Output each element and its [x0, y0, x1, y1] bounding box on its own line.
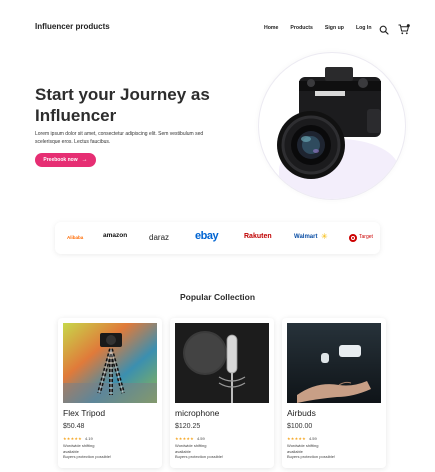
product-card-tripod[interactable]: Flex Tripod $50.48 ★★★★★ 4.19 Wordwide s…	[58, 318, 162, 468]
arrow-right-icon: →	[81, 157, 88, 163]
prebook-button[interactable]: Preebook now →	[35, 153, 96, 167]
product-price: $50.48	[63, 423, 85, 430]
star-rating-icon: ★★★★★	[63, 436, 82, 441]
brand-logo-text[interactable]: Influencer products	[35, 22, 110, 31]
rating-value: 4.19	[84, 436, 93, 441]
product-image-tripod	[63, 323, 157, 403]
rating-value: 4.59	[196, 436, 205, 441]
nav-signup-link[interactable]: Sign up	[325, 25, 344, 31]
partner-brands-strip: Alibaba amazon daraz ebay Rakuten Walmar…	[55, 222, 380, 254]
star-rating-icon: ★★★★★	[175, 436, 194, 441]
product-name: microphone	[175, 408, 220, 418]
hero-description: Lorem ipsum dolor sit amet, consectetur …	[35, 131, 204, 145]
brand-ebay: ebay	[195, 230, 219, 242]
prebook-button-label: Preebook now	[43, 157, 78, 163]
target-logo-icon	[349, 234, 357, 242]
product-rating: ★★★★★ 4.59	[287, 436, 317, 441]
protection-info: Buyers protection possible!	[63, 454, 112, 459]
nav-links: Home Products Sign up Log In	[264, 25, 372, 31]
product-name: Flex Tripod	[63, 408, 106, 418]
search-icon[interactable]	[379, 25, 389, 35]
product-rating: ★★★★★ 4.19	[63, 436, 93, 441]
nav-login-link[interactable]: Log In	[356, 25, 372, 31]
product-rating: ★★★★★ 4.59	[175, 436, 205, 441]
product-image-airbuds	[287, 323, 381, 403]
star-rating-icon: ★★★★★	[287, 436, 306, 441]
product-image-microphone	[175, 323, 269, 403]
product-meta: Wordwide shifting available Buyers prote…	[287, 443, 335, 460]
camera-image	[277, 67, 381, 179]
brand-amazon: amazon	[103, 232, 128, 239]
cart-icon[interactable]	[398, 24, 410, 35]
hero-product-image	[258, 52, 406, 200]
brand-daraz: daraz	[149, 233, 170, 242]
hero-title: Start your Journey as Influencer	[35, 85, 210, 125]
section-title: Popular Collection	[179, 292, 256, 302]
brand-alibaba: Alibaba	[67, 235, 84, 240]
product-meta: Wordwide shifting available Buyers prote…	[63, 443, 111, 460]
product-price: $120.25	[175, 423, 201, 430]
brand-target: Target	[359, 234, 373, 240]
rating-value: 4.59	[308, 436, 317, 441]
product-name: Airbuds	[287, 408, 316, 418]
nav-products-link[interactable]: Products	[290, 25, 312, 31]
protection-info: Buyers protection possible!	[287, 454, 336, 459]
brand-rakuten: Rakuten	[244, 233, 272, 240]
brand-walmart: Walmart	[294, 234, 318, 240]
product-price: $100.00	[287, 423, 313, 430]
walmart-spark-icon: ✳	[321, 232, 328, 241]
product-meta: Wordwide shifting available Buyers prote…	[175, 443, 223, 460]
product-card-microphone[interactable]: microphone $120.25 ★★★★★ 4.59 Wordwide s…	[170, 318, 274, 468]
product-card-airbuds[interactable]: Airbuds $100.00 ★★★★★ 4.59 Wordwide shif…	[282, 318, 386, 468]
top-navbar: Influencer products Home Products Sign u…	[0, 0, 435, 56]
protection-info: Buyers protection possible!	[175, 454, 224, 459]
nav-home-link[interactable]: Home	[264, 25, 278, 31]
